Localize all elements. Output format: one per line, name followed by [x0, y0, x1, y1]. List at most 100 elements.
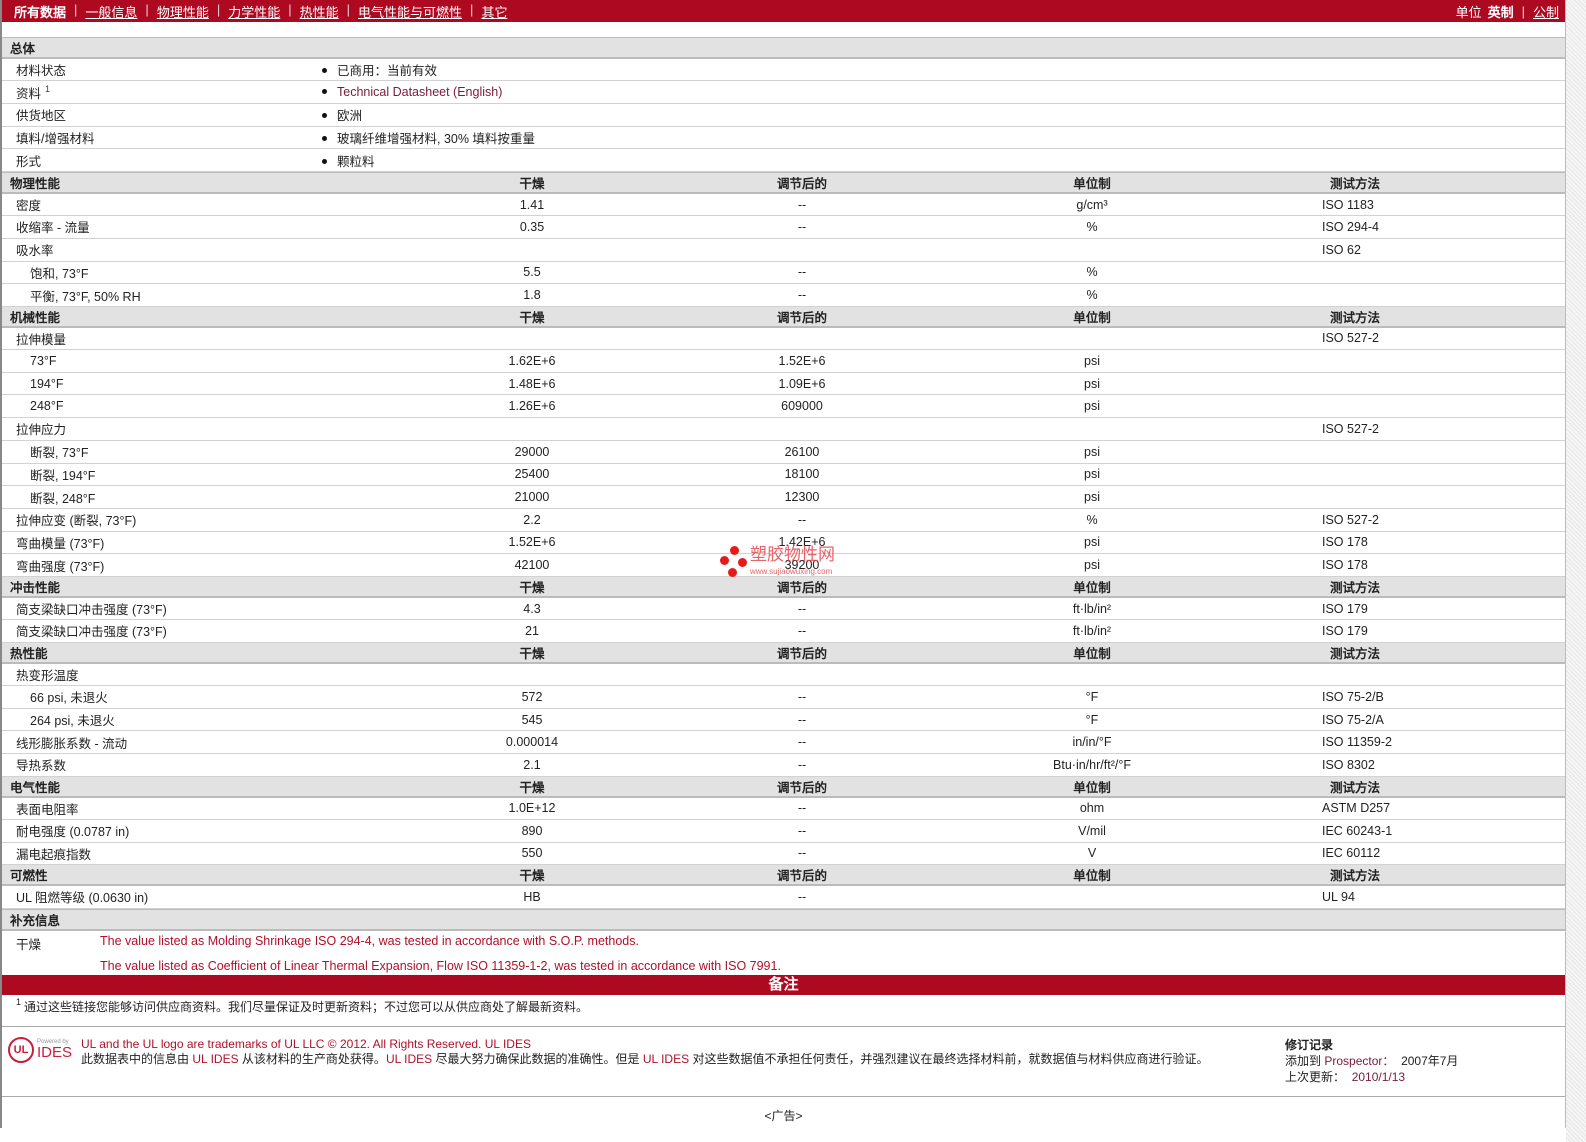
- unit: psi: [862, 485, 1322, 509]
- nav-link-3[interactable]: 热性能: [300, 2, 339, 21]
- property-name: 简支梁缺口冲击强度 (73°F): [2, 619, 322, 643]
- nav-link-0[interactable]: 一般信息: [85, 2, 137, 21]
- test-method: ISO 1183: [1322, 192, 1565, 217]
- test-method: ISO 178: [1322, 553, 1565, 577]
- property-row: 漏电起痕指数 550 -- V IEC 60112: [2, 842, 1565, 866]
- section-header: 可燃性 干燥 调节后的 单位制 测试方法: [2, 864, 1565, 887]
- ul-ides-link[interactable]: UL IDES: [485, 1037, 531, 1051]
- test-method: ISO 179: [1322, 596, 1565, 621]
- property-row: UL 阻燃等级 (0.0630 in) HB -- UL 94: [2, 885, 1565, 909]
- column-header-method: 测试方法: [1322, 305, 1565, 328]
- nav-link-1[interactable]: 物理性能: [157, 2, 209, 21]
- conditioned-value: 609000: [742, 394, 862, 419]
- test-method: ISO 62: [1322, 238, 1565, 262]
- column-header-method: 测试方法: [1322, 775, 1565, 798]
- section-header: 冲击性能 干燥 调节后的 单位制 测试方法: [2, 575, 1565, 598]
- column-header-dry: 干燥: [322, 864, 742, 887]
- property-row: 拉伸应变 (断裂, 73°F) 2.2 --% ISO 527-2: [2, 508, 1565, 532]
- ad-label: <广告>: [764, 1108, 803, 1123]
- test-method: ISO 75-2/B: [1322, 685, 1565, 709]
- property-row: 表面电阻率 1.0E+12 -- ohm ASTM D257: [2, 796, 1565, 820]
- test-method: [1322, 485, 1565, 509]
- nav-all-data[interactable]: 所有数据: [14, 2, 66, 21]
- general-row: 填料/增强材料 玻璃纤维增强材料, 30% 填料按重量: [2, 126, 1565, 150]
- column-header-dry: 干燥: [322, 775, 742, 798]
- conditioned-value: --: [742, 619, 862, 643]
- property-name: 248°F: [2, 394, 322, 419]
- top-nav: 所有数据 | 一般信息 | 物理性能 | 力学性能 | 热性能 | 电气性能与可燃性 | 其它 单位 …: [2, 0, 1565, 22]
- column-header-unit: 单位制: [862, 575, 1322, 598]
- column-header-unit: 单位制: [862, 305, 1322, 328]
- general-label: 供货地区: [2, 103, 322, 127]
- property-row: 断裂, 248°F 21000 12300 psi: [2, 485, 1565, 509]
- section-title: 物理性能: [2, 171, 322, 194]
- property-name: 拉伸模量: [2, 326, 322, 351]
- unit: psi: [862, 349, 1322, 373]
- dry-value: 21000: [322, 485, 742, 509]
- test-method: ISO 527-2: [1322, 508, 1565, 532]
- test-method: ISO 527-2: [1322, 326, 1565, 351]
- test-method: ISO 75-2/A: [1322, 708, 1565, 732]
- nav-link-2[interactable]: 力学性能: [228, 2, 280, 21]
- property-name: 漏电起痕指数: [2, 842, 322, 866]
- test-method: UL 94: [1322, 885, 1565, 909]
- column-header-cond: 调节后的: [742, 305, 862, 328]
- general-label-text: 填料/增强材料: [16, 131, 95, 146]
- dry-value: [322, 662, 742, 686]
- nav-link-4[interactable]: 电气性能与可燃性: [358, 2, 462, 21]
- property-row: 收缩率 - 流量 0.35 --% ISO 294-4: [2, 215, 1565, 239]
- general-table: 总体 材料状态 已商用：当前有效 资料 1 Technical Datasheet (E…: [2, 37, 1565, 172]
- dry-value: 1.8: [322, 283, 742, 307]
- property-row: 248°F 1.26E+6 609000 psi: [2, 394, 1565, 419]
- general-value: 玻璃纤维增强材料, 30% 填料按重量: [322, 126, 1565, 150]
- property-name: 密度: [2, 192, 322, 217]
- test-method: ISO 179: [1322, 619, 1565, 643]
- general-row: 供货地区 欧洲: [2, 103, 1565, 127]
- dry-value: 550: [322, 842, 742, 866]
- conditioned-value: --: [742, 819, 862, 843]
- test-method: ASTM D257: [1322, 796, 1565, 820]
- disclaimer-text: 尽最大努力确保此数据的准确性。但是: [432, 1051, 643, 1066]
- dry-value: 0.35: [322, 215, 742, 239]
- conditioned-value: --: [742, 730, 862, 755]
- test-method: [1322, 349, 1565, 373]
- general-value: 欧洲: [322, 103, 1565, 127]
- property-row: 平衡, 73°F, 50% RH 1.8 --%: [2, 283, 1565, 307]
- conditioned-value: --: [742, 708, 862, 732]
- test-method: ISO 178: [1322, 531, 1565, 555]
- property-name: 热变形温度: [2, 662, 322, 686]
- disclaimer-text: 对这些数据值不承担任何责任，并强烈建议在最终选择材料前，就数据值与材料供应商进行…: [689, 1051, 1209, 1066]
- unit-imperial[interactable]: 英制: [1488, 2, 1514, 21]
- remarks: 1 通过这些链接您能够访问供应商资料。我们尽量保证及时更新资料；不过您可以从供应商…: [2, 995, 1565, 1027]
- note-line: The value listed as Molding Shrinkage IS…: [100, 933, 639, 948]
- remarks-text: 通过这些链接您能够访问供应商资料。我们尽量保证及时更新资料；不过您可以从供应商处…: [24, 999, 589, 1014]
- general-label: 形式: [2, 148, 322, 172]
- column-header-unit: 单位制: [862, 171, 1322, 194]
- property-name: 弯曲强度 (73°F): [2, 553, 322, 577]
- test-method: [1322, 283, 1565, 307]
- conditioned-value: 1.52E+6: [742, 349, 862, 373]
- updated-label: 上次更新：: [1285, 1069, 1346, 1084]
- property-name: 导热系数: [2, 753, 322, 777]
- dry-value: 0.000014: [322, 730, 742, 755]
- general-value-text: 颗粒料: [337, 154, 375, 169]
- dry-value: 42100: [322, 553, 742, 577]
- property-name: 饱和, 73°F: [2, 261, 322, 285]
- column-header-cond: 调节后的: [742, 641, 862, 664]
- test-method: [1322, 662, 1565, 686]
- conditioned-value: --: [742, 215, 862, 239]
- nav-link-5[interactable]: 其它: [481, 2, 507, 21]
- ul-ides-logo[interactable]: UL Powered by IDES: [8, 1036, 73, 1063]
- logo-ides: IDES: [37, 1044, 73, 1061]
- unit-metric[interactable]: 公制: [1533, 2, 1559, 21]
- conditioned-value: --: [742, 283, 862, 307]
- conditioned-value: --: [742, 885, 862, 909]
- general-value-text[interactable]: Technical Datasheet (English): [337, 85, 502, 99]
- property-name: 断裂, 194°F: [2, 463, 322, 487]
- conditioned-value: 26100: [742, 440, 862, 464]
- bullet-icon: [322, 136, 327, 142]
- test-method: [1322, 372, 1565, 396]
- scrollbar[interactable]: [1566, 0, 1586, 1142]
- prospector-link[interactable]: Prospector：: [1324, 1054, 1394, 1068]
- property-name: 拉伸应变 (断裂, 73°F): [2, 508, 322, 532]
